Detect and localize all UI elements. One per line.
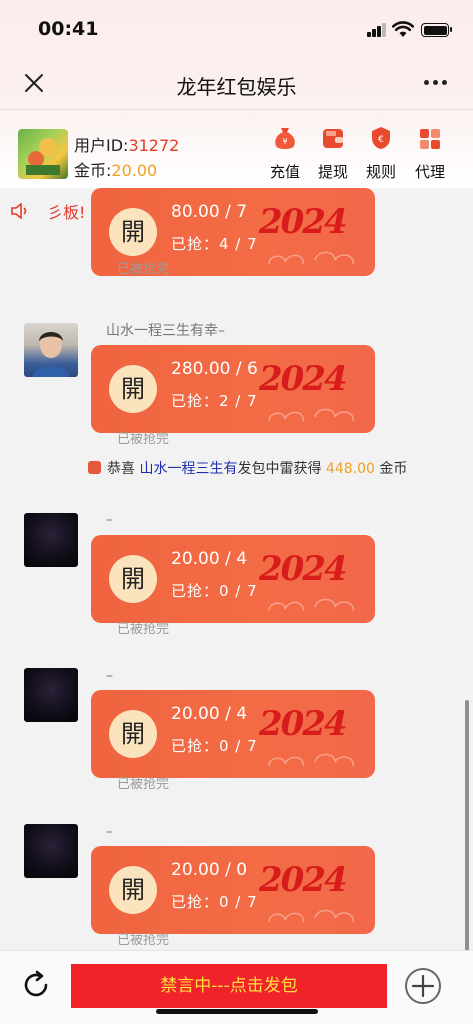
battery-icon bbox=[421, 23, 452, 37]
avatar[interactable] bbox=[24, 668, 78, 722]
wallet-icon bbox=[323, 129, 343, 148]
announcement-marquee: 彡板! bbox=[0, 190, 473, 226]
packet-status: 已被抢完 bbox=[117, 432, 170, 447]
cloud-pattern-icon bbox=[268, 251, 354, 265]
refresh-icon[interactable] bbox=[20, 969, 52, 1001]
cloud-pattern-icon bbox=[268, 753, 354, 767]
cloud-pattern-icon bbox=[268, 598, 354, 612]
packet-grabbed: 已抢：0 / 7 bbox=[171, 582, 258, 600]
speaker-icon bbox=[11, 203, 27, 219]
more-icon[interactable] bbox=[424, 80, 448, 86]
svg-text:¥: ¥ bbox=[282, 137, 287, 146]
packet-status: 已被抢完 bbox=[117, 777, 170, 792]
open-packet-button[interactable]: 開 bbox=[109, 365, 157, 413]
sender-name: – bbox=[106, 824, 113, 840]
scrollbar[interactable] bbox=[465, 700, 469, 968]
signal-icon bbox=[367, 23, 387, 37]
open-packet-button[interactable]: 開 bbox=[109, 866, 157, 914]
status-time: 00:41 bbox=[38, 18, 99, 40]
navbar: 龙年红包娱乐 bbox=[0, 58, 473, 110]
sender-name: – bbox=[106, 512, 113, 528]
year-2024-art: 2024 bbox=[259, 549, 348, 589]
packet-grabbed: 已抢：0 / 7 bbox=[171, 737, 258, 755]
year-2024-art: 2024 bbox=[259, 860, 348, 900]
packet-grabbed: 已抢：2 / 7 bbox=[171, 392, 258, 410]
plus-icon[interactable] bbox=[404, 967, 442, 1005]
packet-amount: 280.00 / 6 bbox=[171, 359, 258, 379]
cloud-pattern-icon bbox=[268, 408, 354, 422]
home-indicator bbox=[156, 1009, 318, 1014]
year-2024-art: 2024 bbox=[259, 704, 348, 744]
sender-name: 山水一程三生有幸– bbox=[106, 323, 225, 339]
red-packet[interactable]: 開 20.00 / 4 已抢：0 / 7 2024 bbox=[91, 690, 375, 778]
avatar[interactable] bbox=[24, 323, 78, 377]
agent-button[interactable]: 代理 bbox=[410, 125, 450, 182]
packet-grabbed: 已抢：0 / 7 bbox=[171, 893, 258, 911]
year-2024-art: 2024 bbox=[259, 359, 348, 399]
status-bar: 00:41 bbox=[0, 0, 473, 58]
packet-amount: 20.00 / 4 bbox=[171, 549, 248, 569]
avatar[interactable] bbox=[18, 129, 68, 179]
packet-status: 已被抢完 bbox=[117, 933, 170, 948]
withdraw-button[interactable]: 提现 bbox=[313, 125, 353, 182]
recharge-button[interactable]: ¥ 充值 bbox=[265, 125, 305, 182]
user-id: 用户ID:31272 bbox=[74, 136, 180, 155]
avatar[interactable] bbox=[24, 824, 78, 878]
coin-balance: 金币:20.00 bbox=[74, 161, 158, 180]
red-packet[interactable]: 開 20.00 / 4 已抢：0 / 7 2024 bbox=[91, 535, 375, 623]
cloud-pattern-icon bbox=[268, 909, 354, 923]
packet-grabbed: 已抢：4 / 7 bbox=[171, 235, 258, 253]
open-packet-button[interactable]: 開 bbox=[109, 710, 157, 758]
sender-name: – bbox=[106, 668, 113, 684]
page-title: 龙年红包娱乐 bbox=[176, 75, 297, 99]
open-packet-button[interactable]: 開 bbox=[109, 555, 157, 603]
notice-icon bbox=[88, 461, 101, 474]
red-packet[interactable]: 開 280.00 / 6 已抢：2 / 7 2024 bbox=[91, 345, 375, 433]
user-bar: 用户ID:31272 金币:20.00 ¥ 充值 提现 € 规则 代理 bbox=[0, 111, 473, 188]
packet-status: 已被抢完 bbox=[117, 622, 170, 637]
announcement-text: 彡板! bbox=[47, 203, 86, 222]
avatar[interactable] bbox=[24, 513, 78, 567]
shield-icon: € bbox=[372, 127, 390, 149]
rules-button[interactable]: € 规则 bbox=[361, 125, 401, 182]
send-packet-button[interactable]: 禁言中---点击发包 bbox=[71, 964, 387, 1008]
red-packet[interactable]: 開 20.00 / 0 已抢：0 / 7 2024 bbox=[91, 846, 375, 934]
win-notice: 恭喜 山水一程三生有发包中雷获得 448.00 金币 bbox=[88, 458, 407, 478]
packet-amount: 20.00 / 0 bbox=[171, 860, 248, 880]
packet-status: 已被抢完 bbox=[117, 262, 170, 277]
packet-amount: 20.00 / 4 bbox=[171, 704, 248, 724]
svg-text:€: € bbox=[378, 135, 384, 145]
chat-list[interactable]: 開 80.00 / 7 已抢：4 / 7 2024 已被抢完 山水一程三生有幸–… bbox=[0, 188, 473, 950]
money-bag-icon: ¥ bbox=[275, 128, 295, 149]
agent-icon bbox=[420, 129, 440, 149]
wifi-icon bbox=[392, 21, 414, 37]
